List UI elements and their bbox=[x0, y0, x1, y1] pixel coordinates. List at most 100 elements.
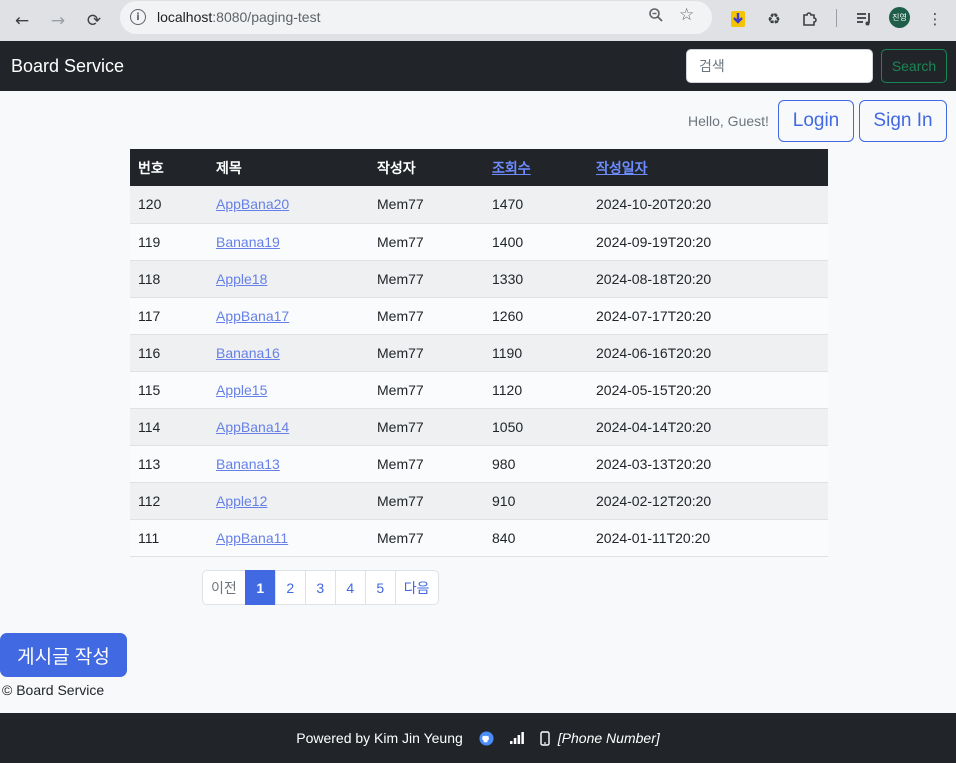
forward-arrow-icon[interactable]: → bbox=[43, 6, 73, 36]
github-icon[interactable] bbox=[479, 730, 494, 746]
greeting-text: Hello, Guest! bbox=[688, 113, 769, 129]
copyright-text: © Board Service bbox=[2, 682, 105, 698]
row-views: 1330 bbox=[484, 260, 588, 298]
table-row: 113 Banana13 Mem77 980 2024-03-13T20:20 bbox=[130, 445, 828, 483]
write-post-button[interactable]: 게시글 작성 bbox=[0, 633, 127, 677]
row-no: 116 bbox=[130, 334, 208, 372]
post-title-link[interactable]: Banana19 bbox=[216, 234, 280, 250]
site-info-icon[interactable]: i bbox=[130, 9, 146, 25]
post-title-link[interactable]: AppBana11 bbox=[216, 530, 288, 546]
recycle-extension-icon[interactable]: ♻ bbox=[761, 6, 787, 32]
table-row: 115 Apple15 Mem77 1120 2024-05-15T20:20 bbox=[130, 371, 828, 409]
download-extension-icon[interactable] bbox=[725, 6, 751, 32]
row-no: 111 bbox=[130, 519, 208, 557]
row-title-cell: Banana13 bbox=[208, 445, 369, 483]
row-views: 1050 bbox=[484, 408, 588, 446]
profile-avatar[interactable]: 진영 bbox=[889, 7, 910, 28]
row-title-cell: AppBana20 bbox=[208, 186, 369, 224]
row-title-cell: Banana16 bbox=[208, 334, 369, 372]
bookmark-star-icon[interactable]: ☆ bbox=[679, 5, 694, 25]
sign-in-button[interactable]: Sign In bbox=[859, 100, 947, 142]
page-1[interactable]: 1 bbox=[244, 570, 276, 605]
login-button[interactable]: Login bbox=[778, 100, 854, 142]
row-author: Mem77 bbox=[369, 297, 484, 335]
row-author: Mem77 bbox=[369, 519, 484, 557]
row-author: Mem77 bbox=[369, 260, 484, 298]
top-navbar: Board Service Search bbox=[0, 41, 956, 91]
row-author: Mem77 bbox=[369, 186, 484, 224]
row-date: 2024-07-17T20:20 bbox=[588, 297, 828, 335]
post-title-link[interactable]: Banana13 bbox=[216, 456, 280, 472]
board-table: 번호 제목 작성자 조회수 작성일자 120 AppBana20 Mem77 1470… bbox=[130, 149, 828, 557]
url-text[interactable]: localhost:8080/paging-test bbox=[157, 9, 320, 25]
browser-toolbar: ← → ⟳ i localhost:8080/paging-test ☆ ♻ 진… bbox=[0, 0, 956, 41]
table-row: 116 Banana16 Mem77 1190 2024-06-16T20:20 bbox=[130, 334, 828, 372]
row-date: 2024-05-15T20:20 bbox=[588, 371, 828, 409]
page-5[interactable]: 5 bbox=[364, 570, 396, 605]
page-2[interactable]: 2 bbox=[274, 570, 306, 605]
table-row: 117 AppBana17 Mem77 1260 2024-07-17T20:20 bbox=[130, 297, 828, 335]
page-3[interactable]: 3 bbox=[304, 570, 336, 605]
row-date: 2024-02-12T20:20 bbox=[588, 482, 828, 520]
pagination: 이전 1 2 3 4 5 다음 bbox=[202, 570, 439, 605]
more-menu-icon[interactable]: ⋮ bbox=[922, 6, 948, 32]
post-title-link[interactable]: AppBana20 bbox=[216, 196, 289, 212]
row-no: 119 bbox=[130, 223, 208, 261]
reload-icon[interactable]: ⟳ bbox=[79, 6, 109, 36]
row-author: Mem77 bbox=[369, 334, 484, 372]
post-title-link[interactable]: Apple18 bbox=[216, 271, 267, 287]
row-views: 1400 bbox=[484, 223, 588, 261]
address-bar[interactable]: i localhost:8080/paging-test ☆ bbox=[120, 1, 712, 34]
row-views: 1190 bbox=[484, 334, 588, 372]
row-date: 2024-10-20T20:20 bbox=[588, 186, 828, 224]
page-prev[interactable]: 이전 bbox=[202, 570, 246, 605]
post-title-link[interactable]: AppBana17 bbox=[216, 308, 289, 324]
phone-icon bbox=[540, 730, 550, 746]
header-date: 작성일자 bbox=[588, 149, 828, 186]
row-date: 2024-08-18T20:20 bbox=[588, 260, 828, 298]
row-views: 1470 bbox=[484, 186, 588, 224]
row-author: Mem77 bbox=[369, 445, 484, 483]
page-4[interactable]: 4 bbox=[334, 570, 366, 605]
row-views: 980 bbox=[484, 445, 588, 483]
header-no: 번호 bbox=[130, 149, 208, 186]
row-title-cell: AppBana17 bbox=[208, 297, 369, 335]
search-input[interactable] bbox=[686, 49, 873, 83]
row-title-cell: Apple18 bbox=[208, 260, 369, 298]
row-views: 840 bbox=[484, 519, 588, 557]
table-row: 114 AppBana14 Mem77 1050 2024-04-14T20:20 bbox=[130, 408, 828, 446]
powered-by-text: Powered by Kim Jin Yeung bbox=[296, 730, 463, 746]
brand-link[interactable]: Board Service bbox=[11, 56, 124, 77]
row-no: 113 bbox=[130, 445, 208, 483]
row-author: Mem77 bbox=[369, 371, 484, 409]
row-title-cell: Apple15 bbox=[208, 371, 369, 409]
extensions-puzzle-icon[interactable] bbox=[797, 6, 823, 32]
phone-number-text: [Phone Number] bbox=[557, 730, 660, 746]
table-row: 111 AppBana11 Mem77 840 2024-01-11T20:20 bbox=[130, 519, 828, 557]
search-button[interactable]: Search bbox=[881, 49, 947, 83]
row-no: 112 bbox=[130, 482, 208, 520]
page-next[interactable]: 다음 bbox=[394, 570, 439, 605]
header-title: 제목 bbox=[208, 149, 369, 186]
row-date: 2024-04-14T20:20 bbox=[588, 408, 828, 446]
post-title-link[interactable]: AppBana14 bbox=[216, 419, 289, 435]
back-arrow-icon[interactable]: ← bbox=[7, 6, 37, 36]
sort-by-views-link[interactable]: 조회수 bbox=[492, 160, 531, 176]
post-title-link[interactable]: Apple15 bbox=[216, 382, 267, 398]
header-author: 작성자 bbox=[369, 149, 484, 186]
row-date: 2024-01-11T20:20 bbox=[588, 519, 828, 557]
zoom-icon[interactable] bbox=[648, 7, 664, 27]
post-title-link[interactable]: Apple12 bbox=[216, 493, 267, 509]
row-date: 2024-06-16T20:20 bbox=[588, 334, 828, 372]
sort-by-date-link[interactable]: 작성일자 bbox=[596, 160, 648, 176]
row-title-cell: Apple12 bbox=[208, 482, 369, 520]
row-views: 910 bbox=[484, 482, 588, 520]
post-title-link[interactable]: Banana16 bbox=[216, 345, 280, 361]
table-row: 118 Apple18 Mem77 1330 2024-08-18T20:20 bbox=[130, 260, 828, 298]
row-date: 2024-09-19T20:20 bbox=[588, 223, 828, 261]
row-no: 118 bbox=[130, 260, 208, 298]
header-views: 조회수 bbox=[484, 149, 588, 186]
footer: Powered by Kim Jin Yeung [Phone Number] bbox=[0, 713, 956, 763]
table-row: 112 Apple12 Mem77 910 2024-02-12T20:20 bbox=[130, 482, 828, 520]
media-control-icon[interactable] bbox=[851, 6, 877, 32]
